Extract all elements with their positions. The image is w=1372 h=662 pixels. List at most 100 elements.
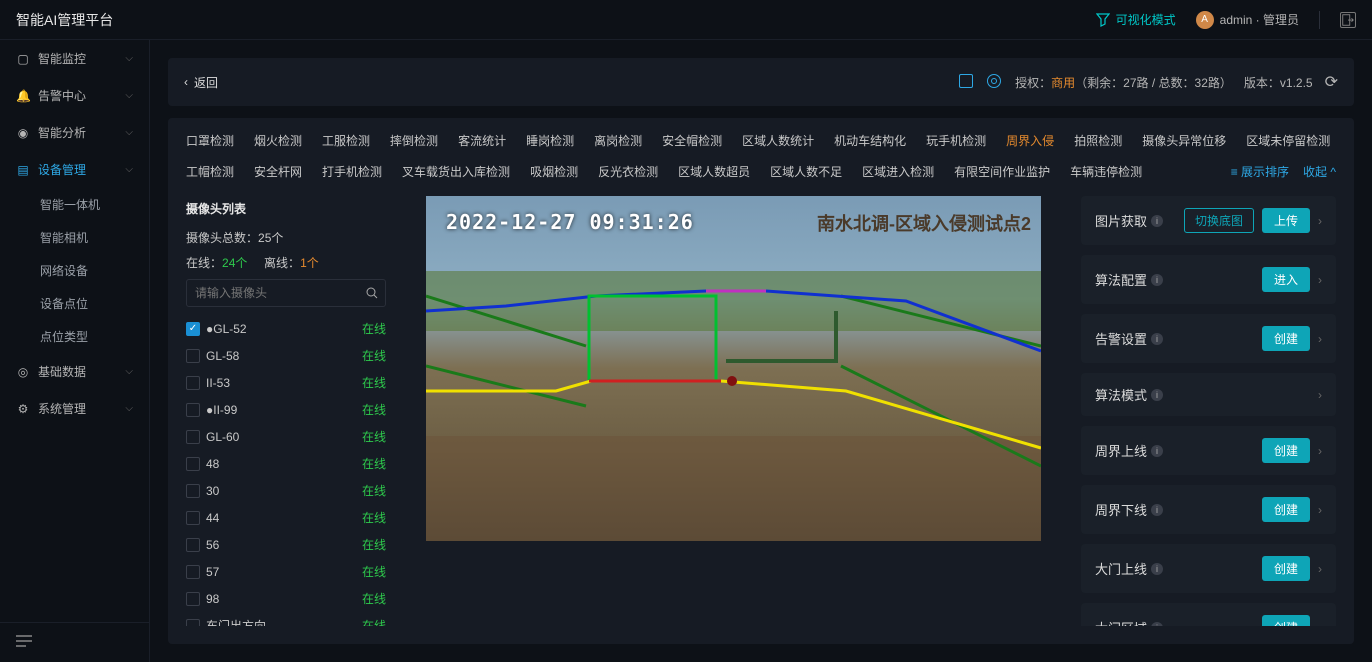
vis-mode-link[interactable]: 可视化模式 xyxy=(1096,11,1176,28)
back-button[interactable]: ‹ 返回 xyxy=(184,74,218,91)
refresh-icon[interactable]: ⟳ xyxy=(1325,72,1338,92)
config-button[interactable]: 上传 xyxy=(1262,208,1310,233)
sidebar-item-4[interactable]: ◎基础数据⌵ xyxy=(0,353,149,390)
detection-tab[interactable]: 工帽检测 xyxy=(186,163,234,180)
chevron-right-icon[interactable]: › xyxy=(1318,562,1322,576)
detection-tab[interactable]: 区域人数统计 xyxy=(742,132,814,149)
camera-status: 在线 xyxy=(362,401,386,418)
chevron-right-icon[interactable]: › xyxy=(1318,621,1322,627)
camera-item[interactable]: 30在线 xyxy=(186,477,386,504)
collapse-action[interactable]: 收起 ^ xyxy=(1303,163,1336,180)
detection-tab[interactable]: 离岗检测 xyxy=(594,132,642,149)
info-icon[interactable]: i xyxy=(1151,563,1163,575)
camera-item[interactable]: 44在线 xyxy=(186,504,386,531)
detection-tab[interactable]: 吸烟检测 xyxy=(530,163,578,180)
info-icon[interactable]: i xyxy=(1151,389,1163,401)
info-icon[interactable]: i xyxy=(1151,504,1163,516)
camera-checkbox[interactable] xyxy=(186,457,200,471)
camera-checkbox[interactable] xyxy=(186,565,200,579)
sidebar-sub-4[interactable]: 点位类型 xyxy=(0,320,149,353)
sidebar-sub-0[interactable]: 智能一体机 xyxy=(0,188,149,221)
sidebar-item-2[interactable]: ◉智能分析⌵ xyxy=(0,114,149,151)
detection-tab[interactable]: 玩手机检测 xyxy=(926,132,986,149)
camera-item[interactable]: 98在线 xyxy=(186,585,386,612)
user-info[interactable]: A admin · 管理员 xyxy=(1196,11,1299,29)
camera-checkbox[interactable] xyxy=(186,538,200,552)
camera-item[interactable]: II-53在线 xyxy=(186,369,386,396)
detection-tab[interactable]: 有限空间作业监护 xyxy=(954,163,1050,180)
sidebar-item-3[interactable]: ▤设备管理⌵ xyxy=(0,151,149,188)
detection-tab[interactable]: 机动车结构化 xyxy=(834,132,906,149)
camera-item[interactable]: ✓●GL-52在线 xyxy=(186,315,386,342)
camera-checkbox[interactable] xyxy=(186,592,200,606)
chevron-right-icon[interactable]: › xyxy=(1318,273,1322,287)
detection-tab[interactable]: 口罩检测 xyxy=(186,132,234,149)
info-icon[interactable]: i xyxy=(1151,215,1163,227)
chevron-right-icon[interactable]: › xyxy=(1318,214,1322,228)
chevron-right-icon[interactable]: › xyxy=(1318,388,1322,402)
sidebar-sub-2[interactable]: 网络设备 xyxy=(0,254,149,287)
camera-checkbox[interactable] xyxy=(186,430,200,444)
config-button[interactable]: 进入 xyxy=(1262,267,1310,292)
config-button[interactable]: 切换底图 xyxy=(1184,208,1254,233)
config-button[interactable]: 创建 xyxy=(1262,326,1310,351)
camera-item[interactable]: 东门出方向在线 xyxy=(186,612,386,626)
camera-checkbox[interactable] xyxy=(186,376,200,390)
detection-tab[interactable]: 周界入侵 xyxy=(1006,132,1054,149)
detection-tab[interactable]: 叉车载货出入库检测 xyxy=(402,163,510,180)
sidebar-collapse[interactable] xyxy=(0,622,149,662)
camera-item[interactable]: 57在线 xyxy=(186,558,386,585)
sidebar-item-5[interactable]: ⚙系统管理⌵ xyxy=(0,390,149,427)
search-input[interactable] xyxy=(187,280,358,306)
detection-tab[interactable]: 拍照检测 xyxy=(1074,132,1122,149)
camera-checkbox[interactable] xyxy=(186,484,200,498)
config-button[interactable]: 创建 xyxy=(1262,438,1310,463)
camera-checkbox[interactable] xyxy=(186,619,200,627)
config-button[interactable]: 创建 xyxy=(1262,497,1310,522)
detection-tab[interactable]: 睡岗检测 xyxy=(526,132,574,149)
detection-tab[interactable]: 烟火检测 xyxy=(254,132,302,149)
app-title: 智能AI管理平台 xyxy=(16,10,113,30)
settings-icon[interactable] xyxy=(987,74,1003,90)
detection-tab[interactable]: 摄像头异常位移 xyxy=(1142,132,1226,149)
detection-tab[interactable]: 安全杆网 xyxy=(254,163,302,180)
list-icon[interactable] xyxy=(959,74,975,90)
detection-tab[interactable]: 区域进入检测 xyxy=(862,163,934,180)
sidebar-item-1[interactable]: 🔔告警中心⌵ xyxy=(0,77,149,114)
camera-checkbox[interactable]: ✓ xyxy=(186,322,200,336)
sort-action[interactable]: ≡ 展示排序 xyxy=(1231,163,1289,180)
config-button[interactable]: 创建 xyxy=(1262,556,1310,581)
detection-tab[interactable]: 客流统计 xyxy=(458,132,506,149)
search-button[interactable] xyxy=(358,280,385,306)
sidebar-sub-3[interactable]: 设备点位 xyxy=(0,287,149,320)
detection-tab[interactable]: 工服检测 xyxy=(322,132,370,149)
detection-tab[interactable]: 反光衣检测 xyxy=(598,163,658,180)
detection-tab[interactable]: 安全帽检测 xyxy=(662,132,722,149)
info-icon[interactable]: i xyxy=(1151,445,1163,457)
camera-checkbox[interactable] xyxy=(186,511,200,525)
camera-item[interactable]: 48在线 xyxy=(186,450,386,477)
camera-checkbox[interactable] xyxy=(186,403,200,417)
sidebar-sub-1[interactable]: 智能相机 xyxy=(0,221,149,254)
detection-tab[interactable]: 摔倒检测 xyxy=(390,132,438,149)
detection-tab[interactable]: 车辆违停检测 xyxy=(1070,163,1142,180)
exit-icon[interactable] xyxy=(1340,12,1356,28)
detection-tab[interactable]: 打手机检测 xyxy=(322,163,382,180)
camera-item[interactable]: GL-58在线 xyxy=(186,342,386,369)
chevron-right-icon[interactable]: › xyxy=(1318,332,1322,346)
chevron-right-icon[interactable]: › xyxy=(1318,503,1322,517)
detection-tab[interactable]: 区域人数超员 xyxy=(678,163,750,180)
camera-item[interactable]: 56在线 xyxy=(186,531,386,558)
sidebar-item-0[interactable]: ▢智能监控⌵ xyxy=(0,40,149,77)
info-icon[interactable]: i xyxy=(1151,622,1163,627)
info-icon[interactable]: i xyxy=(1151,333,1163,345)
detection-tab[interactable]: 区域未停留检测 xyxy=(1246,132,1330,149)
detection-tab[interactable]: 区域人数不足 xyxy=(770,163,842,180)
video-frame[interactable]: 2022-12-27 09:31:26 南水北调-区域入侵测试点2 xyxy=(426,196,1041,541)
chevron-right-icon[interactable]: › xyxy=(1318,444,1322,458)
camera-item[interactable]: ●II-99在线 xyxy=(186,396,386,423)
info-icon[interactable]: i xyxy=(1151,274,1163,286)
camera-item[interactable]: GL-60在线 xyxy=(186,423,386,450)
camera-checkbox[interactable] xyxy=(186,349,200,363)
config-button[interactable]: 创建 xyxy=(1262,615,1310,626)
